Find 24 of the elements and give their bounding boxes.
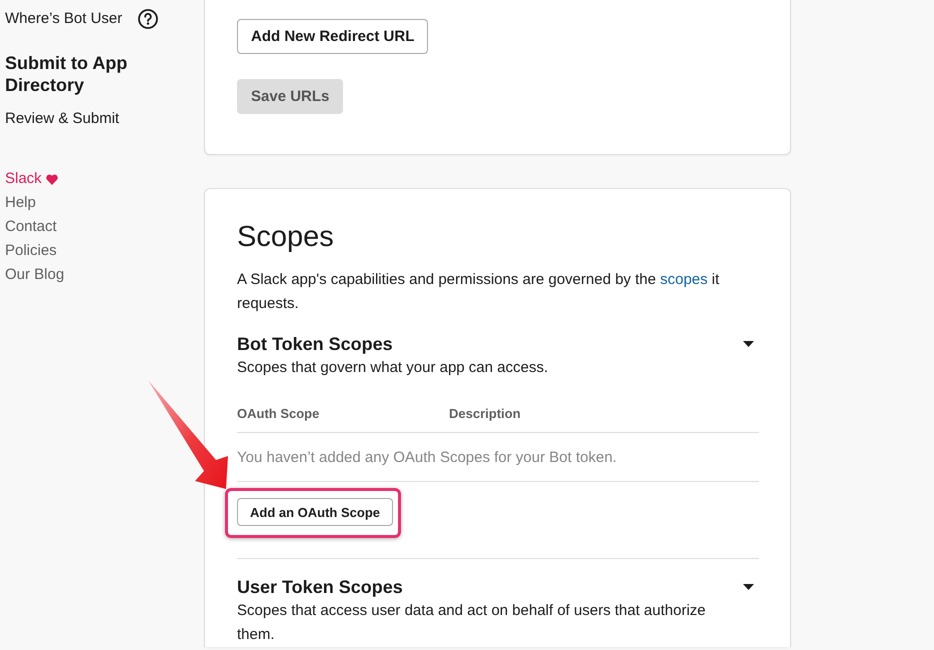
sidebar-heading: Submit to App Directory	[5, 52, 128, 96]
sidebar-link[interactable]: Review & Submit	[5, 107, 120, 131]
caret-icon[interactable]	[743, 584, 754, 590]
column-header: OAuth Scope	[237, 405, 320, 423]
subsection-title: Bot Token Scopes	[237, 333, 393, 356]
empty-table-message: You haven’t added any OAuth Scopes for your Bot token.	[237, 449, 617, 466]
footer-link[interactable]: Help	[5, 191, 36, 215]
scopes-link[interactable]: scopes	[660, 271, 708, 288]
footer-link[interactable]: Slack	[5, 167, 58, 191]
description-text: A Slack app's capabilities and permissions are governed by the scopes it requests.	[237, 270, 720, 314]
section-title: Scopes	[237, 220, 334, 254]
add-redirect-url-button[interactable]: Add New Redirect URL	[237, 19, 428, 54]
subsection-description: Scopes that access user data and act on behalf of users that authorize them.	[237, 601, 707, 645]
sidebar-link[interactable]: Where’s Bot User	[5, 7, 122, 31]
subsection-title: User Token Scopes	[237, 576, 403, 599]
footer-link[interactable]: Our Blog	[5, 263, 64, 287]
add-oauth-scope-button[interactable]: Add an OAuth Scope	[237, 498, 393, 526]
heart-icon	[46, 174, 58, 184]
caret-icon[interactable]	[743, 341, 754, 347]
help-icon[interactable]	[138, 9, 158, 29]
subsection-description: Scopes that govern what your app can access.	[237, 358, 550, 378]
column-header: Description	[449, 405, 521, 423]
footer-link[interactable]: Contact	[5, 215, 57, 239]
footer-link[interactable]: Policies	[5, 239, 57, 263]
